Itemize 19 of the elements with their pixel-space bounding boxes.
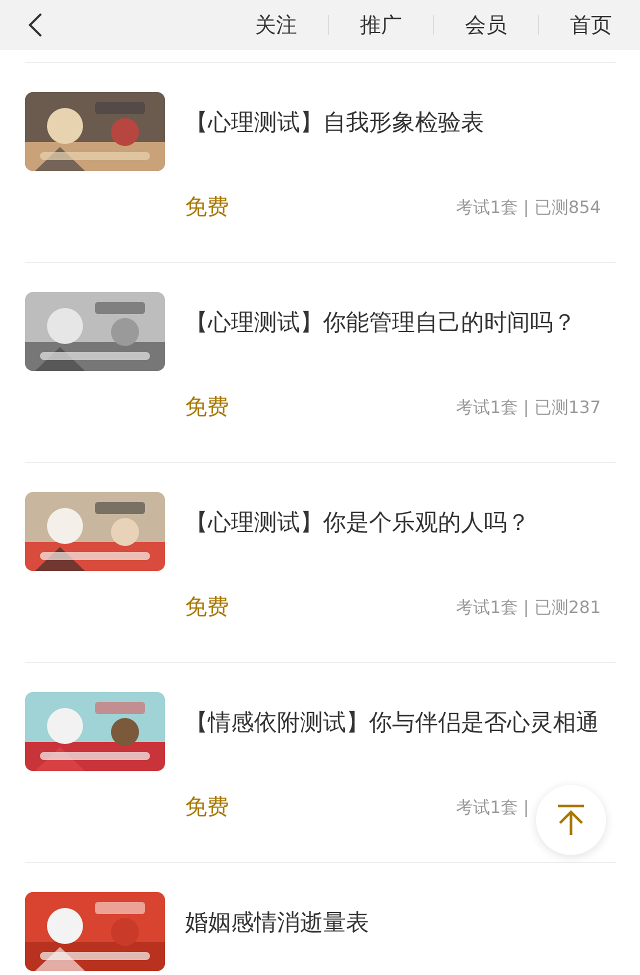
test-stats: 考试1套 | 已测137 (456, 396, 602, 418)
price-label: 免费 (185, 794, 229, 822)
test-title[interactable]: 【情感依附测试】你与伴侣是否心灵相通 (185, 707, 599, 738)
test-stats: 考试1套 | 已测281 (456, 596, 602, 618)
nav-link[interactable]: 会员 (461, 11, 511, 39)
test-title[interactable]: 婚姻感情消逝量表 (185, 907, 369, 938)
test-stats: 考试1套 | 已测854 (456, 196, 602, 218)
test-stats: 考试1套 | (456, 796, 530, 818)
nav-link[interactable]: 首页 (566, 11, 616, 39)
arrow-up-icon (557, 804, 585, 836)
test-title[interactable]: 【心理测试】自我形象检验表 (185, 107, 484, 138)
price-label: 免费 (185, 394, 229, 422)
nav-link[interactable]: 推广 (356, 11, 406, 39)
price-label: 免费 (185, 194, 229, 222)
price-label: 免费 (185, 594, 229, 622)
nav-link[interactable]: 关注 (251, 11, 301, 39)
test-title[interactable]: 【心理测试】你是个乐观的人吗？ (185, 507, 530, 538)
back-icon (27, 12, 43, 38)
test-title[interactable]: 【心理测试】你能管理自己的时间吗？ (185, 307, 576, 338)
